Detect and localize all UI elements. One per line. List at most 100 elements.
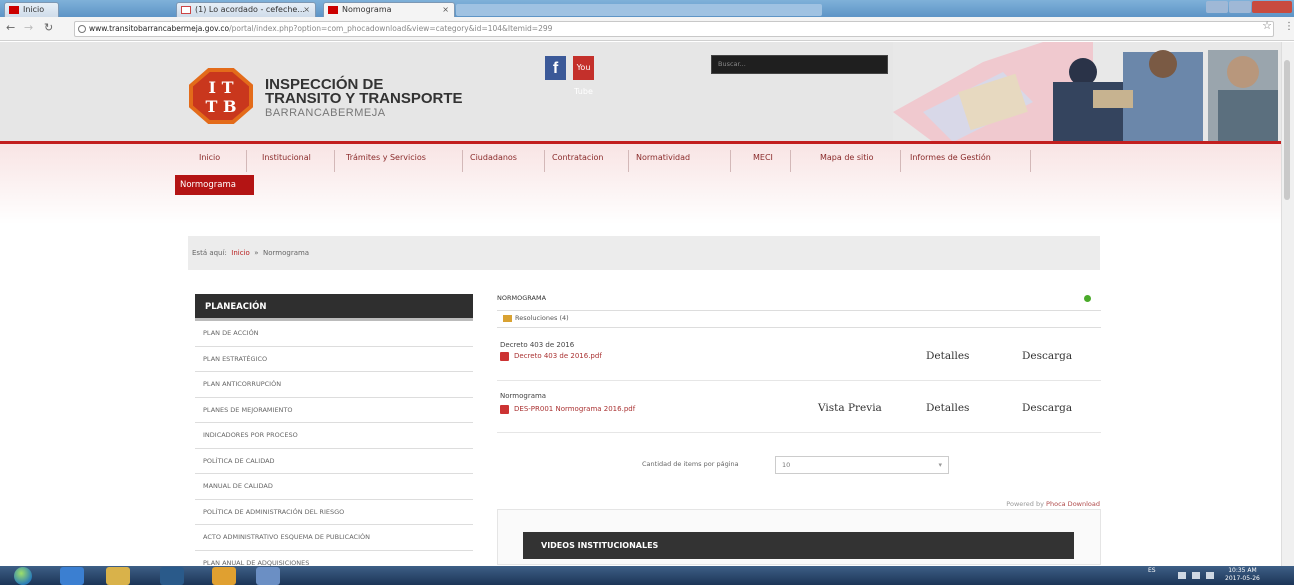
scrollbar-thumb[interactable] xyxy=(1284,60,1290,200)
logo-letters-bottom: T B xyxy=(205,97,237,116)
tab-label: Nomograma xyxy=(342,5,392,14)
breadcrumb-home-link[interactable]: Inicio xyxy=(231,249,250,257)
brand-city: BARRANCABERMEJA xyxy=(265,107,386,119)
sidebar-planeacion: PLANEACIÓN PLAN DE ACCIÓN PLAN ESTRATÉGI… xyxy=(195,294,473,576)
subcategory-row[interactable]: Resoluciones (4) xyxy=(497,310,1101,328)
tab-normograma[interactable]: Nomograma × xyxy=(323,2,455,17)
sidebar-item-planes-mejoramiento[interactable]: PLANES DE MEJORAMIENTO xyxy=(195,398,473,423)
breadcrumb-current: Normograma xyxy=(263,249,310,257)
tab-inicio[interactable]: Inicio xyxy=(4,2,59,17)
logo-letters-top: I T xyxy=(208,78,234,97)
network-icon[interactable] xyxy=(1192,572,1200,579)
menu-icon[interactable]: ⋮ xyxy=(1284,21,1294,32)
chrome-icon[interactable] xyxy=(212,567,236,585)
powered-by-prefix: Powered by xyxy=(1006,500,1044,508)
nav-item-institucional[interactable]: Institucional xyxy=(262,151,311,171)
row-divider xyxy=(497,432,1101,433)
nav-divider xyxy=(790,150,791,172)
document-file-link[interactable]: DES-PR001 Normograma 2016.pdf xyxy=(514,405,635,413)
close-window-button[interactable] xyxy=(1252,1,1292,13)
ie-icon[interactable] xyxy=(60,567,84,585)
sidebar-item-politica-calidad[interactable]: POLÍTICA DE CALIDAD xyxy=(195,449,473,474)
sidebar-item-plan-accion[interactable]: PLAN DE ACCIÓN xyxy=(195,321,473,347)
forward-arrow-icon[interactable]: → xyxy=(24,21,33,34)
new-tab-button[interactable] xyxy=(456,4,822,16)
sidebar-item-plan-anticorrupcion[interactable]: PLAN ANTICORRUPCIÓN xyxy=(195,372,473,398)
nav-divider xyxy=(900,150,901,172)
youtube-glyph: You Tube xyxy=(574,63,593,96)
nav-item-normograma[interactable]: Normograma xyxy=(175,175,254,195)
clock-date: 2017-05-26 xyxy=(1225,575,1260,582)
document-title: Decreto 403 de 2016 xyxy=(500,341,575,349)
nav-item-contratacion[interactable]: Contratacion xyxy=(552,151,604,171)
facebook-icon[interactable]: f xyxy=(545,56,566,80)
phoca-download-link[interactable]: Phoca Download xyxy=(1046,500,1100,508)
site-info-icon[interactable] xyxy=(78,25,86,33)
nav-divider xyxy=(334,150,335,172)
document-title: Normograma xyxy=(500,392,547,400)
subcategory-link[interactable]: Resoluciones (4) xyxy=(515,314,569,322)
minimize-button[interactable] xyxy=(1206,1,1228,13)
start-button-icon[interactable] xyxy=(14,567,32,585)
nav-item-inicio[interactable]: Inicio xyxy=(199,151,220,171)
nav-item-tramites[interactable]: Trámites y Servicios xyxy=(346,151,426,171)
back-arrow-icon[interactable]: ← xyxy=(6,21,15,34)
sidebar-item-politica-riesgo[interactable]: POLÍTICA DE ADMINISTRACIÓN DEL RIESGO xyxy=(195,500,473,525)
search-input[interactable]: Buscar... xyxy=(711,55,888,74)
sidebar-item-manual-calidad[interactable]: MANUAL DE CALIDAD xyxy=(195,474,473,500)
tab-label: Inicio xyxy=(23,5,45,14)
clock-time: 10:35 AM xyxy=(1228,567,1257,574)
download-button[interactable]: Descarga xyxy=(1022,402,1072,414)
sidebar-item-plan-estrategico[interactable]: PLAN ESTRATÉGICO xyxy=(195,347,473,372)
items-per-page-select[interactable]: 10 ▾ xyxy=(775,456,949,474)
nav-divider xyxy=(730,150,731,172)
details-button[interactable]: Detalles xyxy=(926,350,969,362)
nav-item-meci[interactable]: MECI xyxy=(753,151,773,171)
address-bar-row: ← → ↻ www.transitobarrancabermeja.gov.co… xyxy=(0,17,1294,41)
document-file-link[interactable]: Decreto 403 de 2016.pdf xyxy=(514,352,602,360)
header-banner-photo xyxy=(893,42,1281,142)
close-tab-icon[interactable]: × xyxy=(442,3,449,16)
nav-divider xyxy=(1030,150,1031,172)
folder-icon xyxy=(503,315,512,322)
system-clock[interactable]: 10:35 AM 2017-05-26 xyxy=(1225,567,1260,583)
itt-logo[interactable]: I T T B xyxy=(189,68,253,124)
powered-by-text: Powered by Phoca Download xyxy=(1006,500,1100,508)
nav-item-informes[interactable]: Informes de Gestión xyxy=(910,151,991,171)
reload-icon[interactable]: ↻ xyxy=(44,21,53,34)
close-tab-icon[interactable]: × xyxy=(303,3,310,16)
bookmark-star-icon[interactable]: ☆ xyxy=(1262,19,1272,32)
sidebar-heading: PLANEACIÓN xyxy=(195,294,473,321)
category-title: NORMOGRAMA xyxy=(497,294,547,302)
details-button[interactable]: Detalles xyxy=(926,402,969,414)
nav-divider xyxy=(544,150,545,172)
download-button[interactable]: Descarga xyxy=(1022,350,1072,362)
url-host: www.transitobarrancabermeja.gov.co xyxy=(89,24,230,33)
windows-taskbar xyxy=(0,566,1294,585)
flag-icon[interactable] xyxy=(1178,572,1186,579)
row-divider xyxy=(497,380,1101,381)
nav-item-mapa[interactable]: Mapa de sitio xyxy=(820,151,874,171)
preview-button[interactable]: Vista Previa xyxy=(818,402,882,414)
tab-gmail[interactable]: (1) Lo acordado - cefeche... × xyxy=(176,2,316,17)
language-indicator[interactable]: ES xyxy=(1148,567,1156,575)
breadcrumb-separator: » xyxy=(254,249,259,257)
logo-letters: I T T B xyxy=(193,72,249,120)
sidebar-item-indicadores[interactable]: INDICADORES POR PROCESO xyxy=(195,423,473,449)
tab-label: (1) Lo acordado - cefeche... xyxy=(195,5,305,14)
url-input[interactable]: www.transitobarrancabermeja.gov.co/porta… xyxy=(74,21,1274,37)
volume-icon[interactable] xyxy=(1206,572,1214,579)
nav-item-ciudadanos[interactable]: Ciudadanos xyxy=(470,151,517,171)
youtube-icon[interactable]: You Tube xyxy=(573,56,594,96)
status-ok-icon xyxy=(1084,295,1091,302)
maximize-button[interactable] xyxy=(1229,1,1251,13)
word-icon[interactable] xyxy=(256,567,280,585)
url-path: /portal/index.php?option=com_phocadownlo… xyxy=(229,24,553,33)
nav-divider xyxy=(246,150,247,172)
videos-heading: VIDEOS INSTITUCIONALES xyxy=(523,532,1074,559)
gmail-favicon-icon xyxy=(181,6,191,14)
sidebar-item-acto-administrativo[interactable]: ACTO ADMINISTRATIVO ESQUEMA DE PUBLICACI… xyxy=(195,525,473,551)
media-player-icon[interactable] xyxy=(160,567,184,585)
nav-item-normatividad[interactable]: Normatividad xyxy=(636,151,690,171)
explorer-icon[interactable] xyxy=(106,567,130,585)
